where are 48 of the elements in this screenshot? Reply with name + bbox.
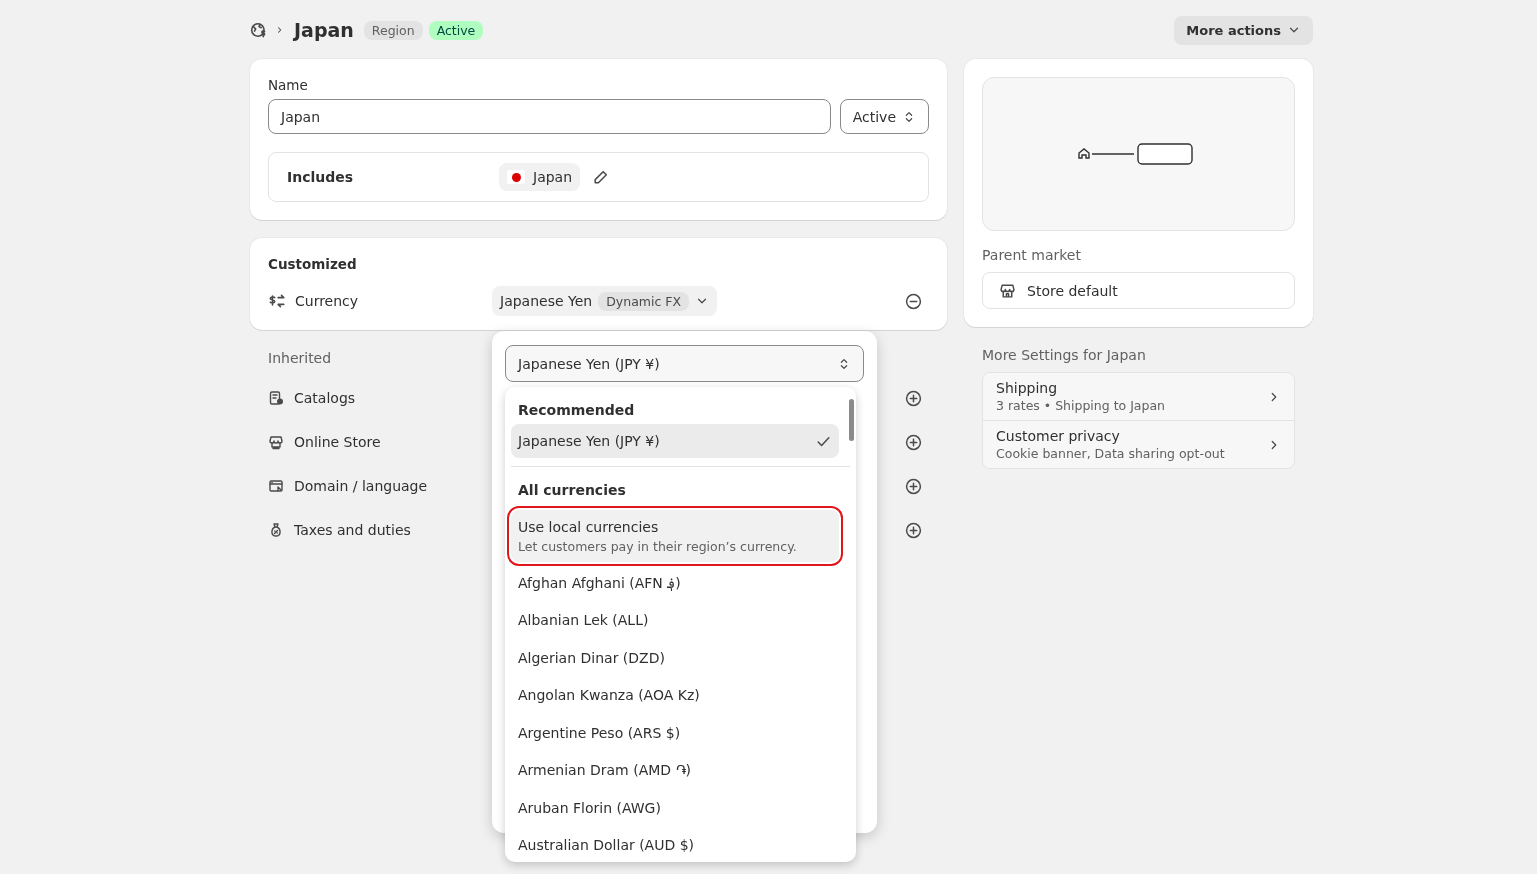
browser-window-icon [268,478,284,494]
currency-option[interactable]: Albanian Lek (ALL) [511,601,839,639]
plus-circle-icon [905,477,922,495]
name-input-field[interactable]: Japan [268,99,831,134]
currency-option[interactable]: Japanese Yen (JPY ¥) [511,424,839,458]
minus-circle-icon [905,292,922,310]
storefront-icon [268,434,284,450]
settings-link-row[interactable]: Shipping 3 rates • Shipping to Japan [983,373,1294,421]
parent-market-field[interactable]: Store default [982,272,1295,309]
currency-exchange-icon [268,292,286,310]
currency-option[interactable]: Argentine Peso (ARS $) [511,714,839,752]
currency-dropdown[interactable]: Japanese Yen Dynamic FX [492,286,718,316]
inherited-setting-label: Catalogs [294,390,356,406]
money-bag-icon [268,522,284,538]
currency-option[interactable]: Armenian Dram (AMD ֏) [511,751,839,789]
catalog-icon [268,390,284,406]
country-chip[interactable]: Japan [499,163,581,191]
field-label: Parent market [982,247,1082,263]
currency-option[interactable]: Angolan Kwanza (AOA Kz) [511,676,839,714]
more-actions-button[interactable]: More actions [1174,15,1313,45]
inherited-setting-label: Domain / language [294,478,428,494]
status-badge: Region [363,20,423,40]
globe-currency-icon [250,21,268,39]
currency-label: Currency [295,293,359,309]
section-title: More Settings for Japan [982,347,1147,363]
pencil-icon [592,168,610,186]
section-title: Customized [268,256,358,272]
status-badge: Active [428,20,484,40]
plus-circle-icon [905,433,922,451]
scrollbar-thumb[interactable] [849,399,854,441]
field-label: Name [268,77,309,93]
plus-circle-icon [905,389,922,407]
flag-icon [507,170,525,184]
currency-option[interactable]: Aruban Florin (AWG) [511,789,839,827]
plus-circle-icon [905,521,922,539]
storefront-icon [999,282,1016,299]
inherited-setting-label: Online Store [294,434,381,450]
includes-label: Includes [287,169,355,185]
currency-option[interactable]: Afghan Afghani (AFN ؋) [511,564,839,602]
option-group-title: Recommended [517,401,636,420]
status-select[interactable]: Active [839,99,929,134]
currency-option[interactable]: Algerian Dinar (DZD) [511,639,839,677]
inherited-setting-label: Taxes and duties [294,522,411,538]
currency-option[interactable]: Australian Dollar (AUD $) [511,826,839,862]
currency-select[interactable]: Japanese Yen (JPY ¥) [505,345,864,382]
option-group-title: All currencies [517,481,627,500]
page-title: Japan [294,19,354,41]
section-title: Inherited [268,350,332,366]
